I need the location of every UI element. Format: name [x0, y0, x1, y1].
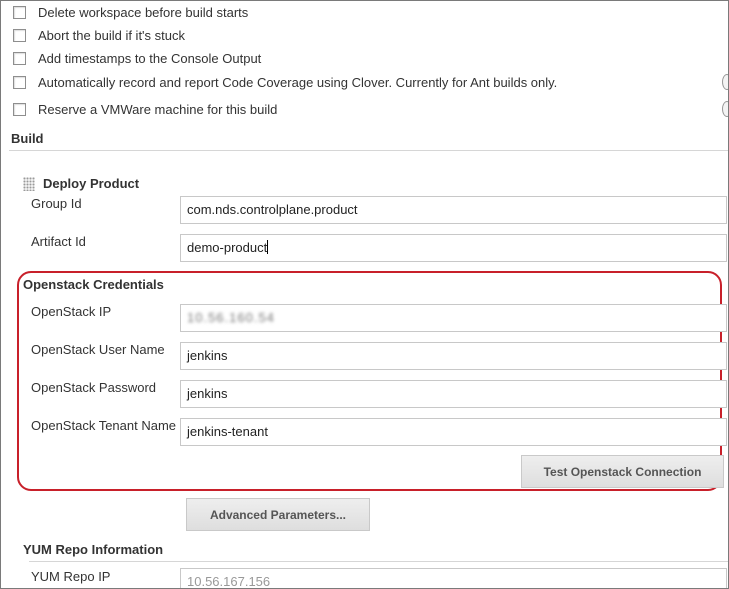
openstack-tenant-label: OpenStack Tenant Name	[31, 418, 177, 433]
option-label: Add timestamps to the Console Output	[38, 50, 262, 66]
section-divider	[29, 561, 728, 562]
openstack-password-input[interactable]: jenkins	[180, 380, 727, 408]
help-icon[interactable]	[722, 101, 728, 117]
group-id-value: com.nds.controlplane.product	[187, 202, 358, 217]
openstack-ip-input[interactable]: 10.56.160.54	[180, 304, 727, 332]
text-caret	[267, 240, 269, 254]
option-clover[interactable]: Automatically record and report Code Cov…	[13, 73, 557, 91]
openstack-user-value: jenkins	[187, 348, 228, 363]
openstack-tenant-input[interactable]: jenkins-tenant	[180, 418, 727, 446]
option-vmware[interactable]: Reserve a VMWare machine for this build	[13, 100, 277, 118]
yum-ip-value: 10.56.167.156	[187, 574, 271, 589]
option-label: Delete workspace before build starts	[38, 4, 249, 20]
openstack-section-title: Openstack Credentials	[23, 277, 164, 292]
yum-ip-label: YUM Repo IP	[31, 569, 111, 584]
option-abort-stuck[interactable]: Abort the build if it's stuck	[13, 26, 185, 44]
artifact-id-value: demo-product	[187, 240, 268, 255]
test-openstack-connection-button[interactable]: Test Openstack Connection	[521, 455, 724, 488]
group-id-input[interactable]: com.nds.controlplane.product	[180, 196, 727, 224]
yum-section-title: YUM Repo Information	[23, 542, 164, 557]
help-icon[interactable]	[722, 74, 728, 90]
openstack-password-label: OpenStack Password	[31, 380, 157, 395]
vmware-checkbox[interactable]	[13, 102, 26, 116]
option-label: Abort the build if it's stuck	[38, 27, 185, 43]
abort-stuck-checkbox[interactable]	[13, 28, 26, 42]
option-label: Automatically record and report Code Cov…	[38, 74, 558, 90]
option-timestamps[interactable]: Add timestamps to the Console Output	[13, 49, 261, 67]
drag-handle-icon[interactable]	[23, 177, 35, 191]
option-label: Reserve a VMWare machine for this build	[38, 101, 278, 117]
openstack-tenant-value: jenkins-tenant	[187, 424, 268, 439]
openstack-ip-value: 10.56.160.54	[187, 310, 275, 325]
openstack-ip-label: OpenStack IP	[31, 304, 112, 319]
job-config-panel: Delete workspace before build starts Abo…	[0, 0, 729, 589]
artifact-id-label: Artifact Id	[31, 234, 86, 249]
build-section-title: Build	[11, 131, 44, 146]
option-delete-workspace[interactable]: Delete workspace before build starts	[13, 3, 248, 21]
group-id-label: Group Id	[31, 196, 82, 211]
advanced-parameters-button[interactable]: Advanced Parameters...	[186, 498, 370, 531]
deploy-product-title: Deploy Product	[43, 176, 140, 191]
artifact-id-input[interactable]: demo-product	[180, 234, 727, 262]
openstack-user-input[interactable]: jenkins	[180, 342, 727, 370]
openstack-password-value: jenkins	[187, 386, 228, 401]
delete-workspace-checkbox[interactable]	[13, 5, 26, 19]
clover-checkbox[interactable]	[13, 75, 26, 89]
yum-ip-input[interactable]: 10.56.167.156	[180, 568, 727, 589]
timestamps-checkbox[interactable]	[13, 51, 26, 65]
section-divider	[9, 150, 728, 151]
openstack-user-label: OpenStack User Name	[31, 342, 165, 357]
